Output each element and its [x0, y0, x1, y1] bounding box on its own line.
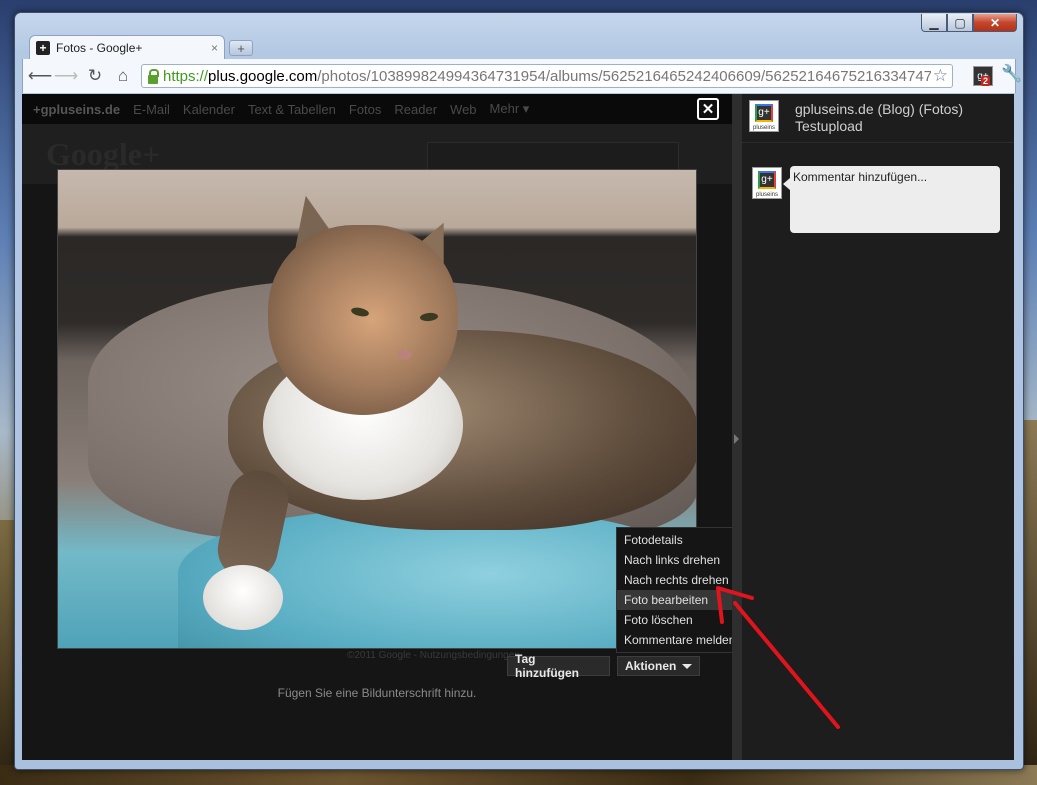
gbar-item-profile[interactable]: +gpluseins.de [33, 102, 120, 117]
gbar-item-more[interactable]: Mehr ▾ [490, 101, 530, 117]
panel-divider[interactable] [732, 94, 742, 760]
comment-panel: g+ pluseins gpluseins.de (Blog) (Fotos) … [742, 94, 1014, 760]
forward-arrow-icon[interactable]: ⟶ [54, 66, 78, 86]
collapse-arrow-icon[interactable] [734, 434, 739, 444]
gbar-item-web[interactable]: Web [450, 102, 477, 117]
close-viewer-icon[interactable]: ✕ [697, 98, 719, 120]
photo-cat-nose [398, 350, 412, 360]
google-bar: +gpluseins.de E-Mail Kalender Text & Tab… [22, 94, 743, 124]
photo-cat-paw [203, 565, 283, 630]
window-controls: ▁ ▢ ✕ [921, 14, 1017, 32]
comment-input[interactable]: Kommentar hinzufügen... [783, 166, 1000, 233]
minimize-button[interactable]: ▁ [921, 14, 947, 32]
url-scheme: https:// [163, 67, 209, 85]
add-tag-label: Tag hinzufügen [515, 652, 579, 680]
gplus-logo-icon: g+ [755, 104, 773, 122]
photo-cat [57, 169, 697, 649]
maximize-button[interactable]: ▢ [947, 14, 973, 32]
tab-title: Fotos - Google+ [56, 40, 143, 55]
close-window-button[interactable]: ✕ [973, 14, 1017, 32]
album-title[interactable]: gpluseins.de (Blog) (Fotos) Testupload [795, 101, 963, 135]
avatar-label: pluseins [755, 192, 778, 198]
gplus-logo-icon: g+ [758, 171, 776, 189]
tab-close-icon[interactable]: × [211, 41, 218, 55]
home-icon[interactable]: ⌂ [113, 66, 133, 86]
avatar-label: pluseins [752, 125, 775, 131]
lock-icon [148, 68, 159, 84]
address-bar[interactable]: https:// plus.google.com /photos/1038998… [141, 64, 953, 88]
avatar[interactable]: g+ pluseins [749, 100, 779, 132]
copyright-text: ©2011 Google - Nutzungsbedingungen [347, 650, 520, 661]
gbar-item-docs[interactable]: Text & Tabellen [248, 102, 336, 117]
back-arrow-icon[interactable]: ⟵ [28, 66, 52, 86]
browser-toolbar: ⟵ ⟶ ↻ ⌂ https:// plus.google.com /photos… [22, 59, 1022, 93]
gbar-item-calendar[interactable]: Kalender [183, 102, 235, 117]
caption-placeholder[interactable]: Fügen Sie eine Bildunterschrift hinzu. [22, 686, 732, 700]
album-title-line2: Testupload [795, 118, 863, 134]
google-logo: Google+ [46, 136, 161, 172]
url-path: /photos/103899824994364731954/albums/562… [317, 67, 933, 85]
bookmark-star-icon[interactable]: ☆ [930, 66, 948, 86]
gbar-item-reader[interactable]: Reader [394, 102, 437, 117]
gplus-favicon-icon: + [36, 40, 50, 55]
gbar-item-photos[interactable]: Fotos [349, 102, 382, 117]
chevron-down-icon [682, 663, 693, 669]
reload-icon[interactable]: ↻ [85, 66, 105, 86]
search-input [427, 142, 679, 170]
actions-button[interactable]: Aktionen [617, 656, 700, 676]
add-tag-button[interactable]: Tag hinzufügen [507, 652, 610, 680]
url-host: plus.google.com [208, 67, 318, 85]
page-content: +gpluseins.de E-Mail Kalender Text & Tab… [22, 94, 1014, 760]
tab-fotos[interactable]: + Fotos - Google+ × [29, 35, 225, 59]
gbar-item-email[interactable]: E-Mail [133, 102, 170, 117]
new-tab-button[interactable]: + [229, 40, 253, 56]
notification-badge: 2 [981, 76, 991, 86]
album-title-line1: gpluseins.de (Blog) (Fotos) [795, 101, 964, 117]
actions-label: Aktionen [625, 659, 677, 673]
commenter-avatar: g+ pluseins [752, 167, 782, 199]
wrench-icon[interactable]: 🔧 [1001, 64, 1022, 84]
